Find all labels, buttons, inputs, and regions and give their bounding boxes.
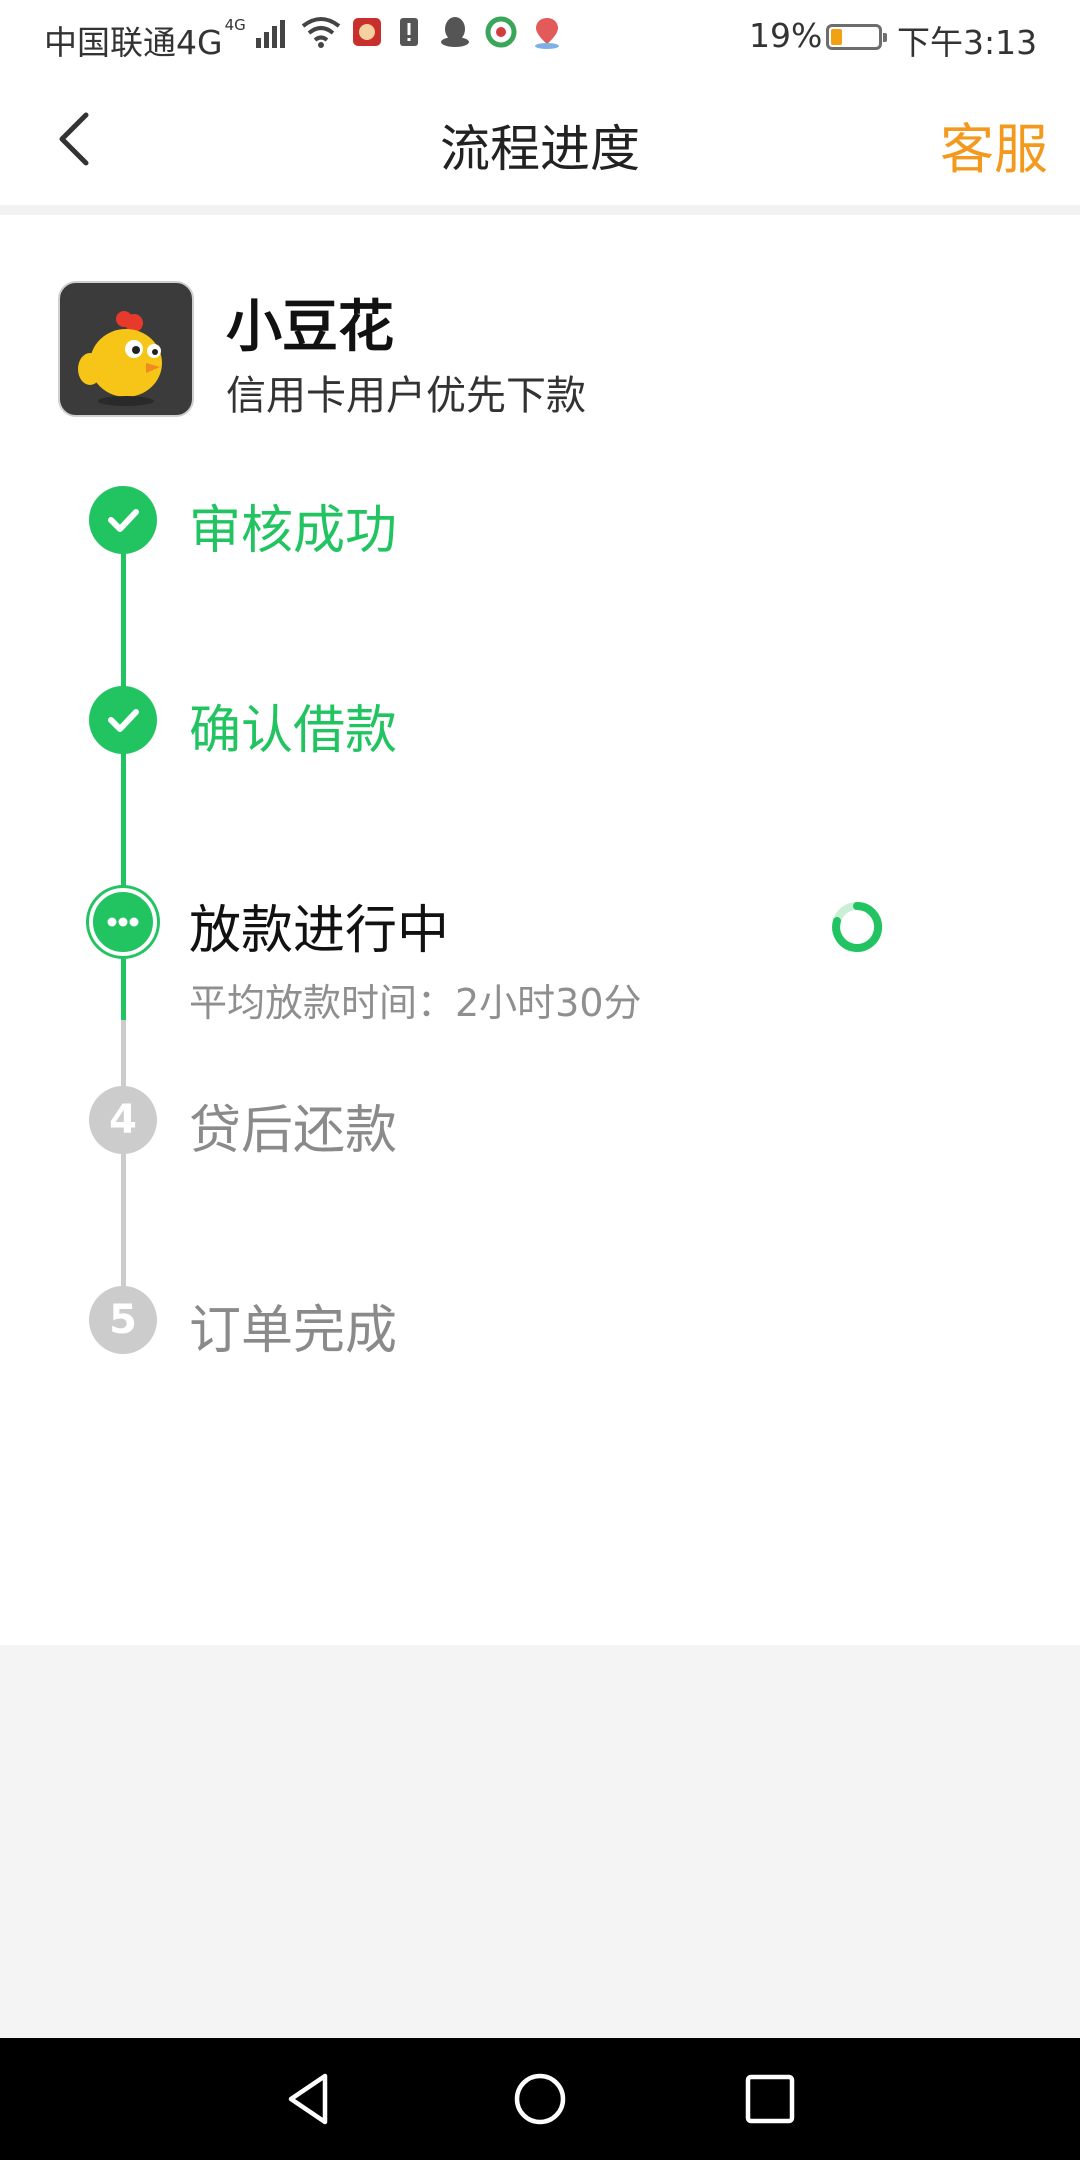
- system-home-button[interactable]: [509, 2068, 571, 2130]
- system-navigation-bar: [0, 2038, 1080, 2160]
- spinner-icon: [832, 901, 883, 952]
- step-4-number: 4: [109, 1097, 137, 1143]
- square-recents-icon: [745, 2074, 795, 2124]
- step-5-label: 订单完成: [189, 1301, 398, 1361]
- step-1-label: 审核成功: [189, 501, 398, 561]
- triangle-back-icon: [288, 2073, 328, 2125]
- battery-fill: [831, 29, 842, 45]
- ellipsis-icon: [107, 917, 139, 927]
- circle-home-icon: [514, 2073, 566, 2125]
- clock: 下午3:13: [897, 23, 1038, 62]
- step-2-label: 确认借款: [189, 701, 398, 761]
- step-5-status-icon: 5: [89, 1286, 157, 1354]
- step-3-status-icon: [89, 888, 157, 956]
- battery-alert-icon: [400, 18, 418, 46]
- network-badge: 4G: [224, 16, 246, 34]
- step-5-number: 5: [109, 1297, 137, 1343]
- browser-icon: [485, 16, 517, 48]
- step-3-label: 放款进行中: [189, 901, 450, 961]
- qq-icon: [441, 17, 469, 47]
- check-icon: [108, 709, 139, 732]
- step-4-status-icon: 4: [89, 1086, 157, 1154]
- step-3-subtitle: 平均放款时间：2小时30分: [189, 981, 642, 1025]
- customer-service-button[interactable]: 客服: [940, 105, 1048, 184]
- app-name: 小豆花: [226, 295, 394, 360]
- carrier-text: 中国联通4G: [44, 23, 223, 62]
- page-title: 流程进度: [440, 120, 640, 178]
- timeline-line-pending: [121, 1020, 126, 1320]
- progress-card: [0, 215, 1080, 1645]
- check-icon: [108, 509, 139, 532]
- signal-icon: [256, 20, 285, 48]
- system-back-button[interactable]: [279, 2068, 341, 2130]
- app-description: 信用卡用户优先下款: [226, 373, 586, 419]
- step-2-status-icon: [89, 686, 157, 754]
- step-4-label: 贷后还款: [189, 1101, 398, 1161]
- app-logo: [58, 281, 194, 417]
- battery-icon: [826, 24, 887, 50]
- map-pin-icon: [535, 18, 559, 49]
- carrier-label: 中国联通4G 4G: [44, 16, 246, 64]
- header: 流程进度 客服: [0, 75, 1080, 215]
- chick-icon: [78, 311, 162, 406]
- step-1-status-icon: [89, 486, 157, 554]
- battery-percent: 19%: [749, 16, 823, 55]
- wifi-icon: [301, 17, 341, 48]
- app-notification-icon: [353, 18, 381, 46]
- system-recents-button[interactable]: [739, 2068, 801, 2130]
- status-bar: 中国联通4G 4G 19% 下午3:13: [0, 0, 1080, 75]
